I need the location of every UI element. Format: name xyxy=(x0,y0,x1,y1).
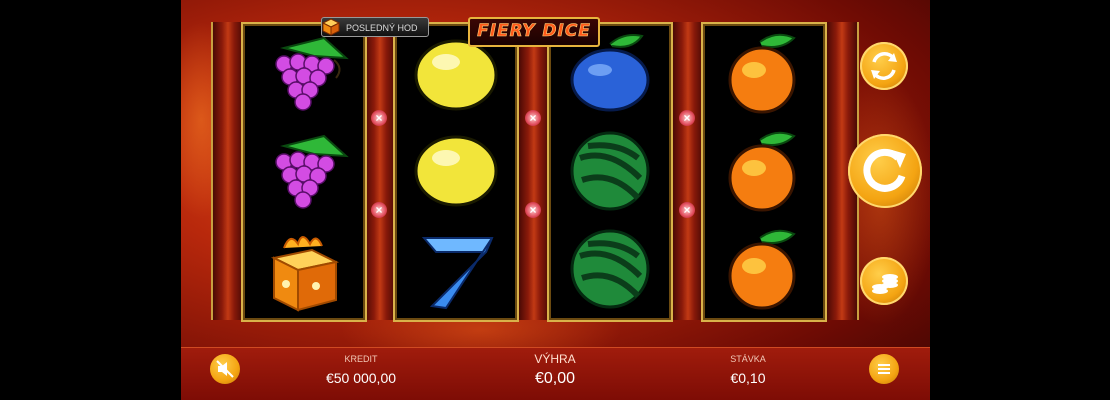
reel-pillar: × × xyxy=(363,22,397,320)
orange-icon xyxy=(728,33,796,114)
game-logo: FIERY DICE xyxy=(468,17,600,47)
watermelon-icon xyxy=(570,131,650,211)
grapes-icon xyxy=(275,36,349,111)
last-roll-label: POSLEDNÝ HOD xyxy=(346,23,418,33)
credit-label: KREDIT xyxy=(344,354,378,364)
win-label: VÝHRA xyxy=(534,352,576,366)
bet-label: STÁVKA xyxy=(730,354,766,364)
dice-icon xyxy=(321,18,341,36)
win-value: €0,00 xyxy=(534,370,576,387)
reel-pillar: × × xyxy=(517,22,551,320)
spin-button[interactable] xyxy=(848,134,922,208)
logo-text: FIERY DICE xyxy=(477,21,591,42)
fire-dice-icon xyxy=(270,236,340,312)
reel-pillar xyxy=(211,22,245,320)
autoplay-icon xyxy=(871,52,897,80)
bet-value: €0,10 xyxy=(730,370,766,386)
grapes-icon xyxy=(275,134,349,209)
orange-icon xyxy=(728,229,796,310)
credit-value: €50 000,00 xyxy=(325,370,397,386)
sound-off-icon xyxy=(216,360,234,378)
spin-icon xyxy=(863,148,906,192)
reel-2 xyxy=(393,22,519,322)
coins-icon xyxy=(872,274,898,294)
orange-icon xyxy=(728,131,796,212)
reel-3 xyxy=(547,22,673,322)
menu-icon xyxy=(878,364,890,374)
payline-marker-icon: × xyxy=(371,110,387,126)
game-stage: × × × × × × POSLEDNÝ HOD FIERY DICE KRED… xyxy=(181,0,930,400)
reel-4 xyxy=(701,22,827,322)
payline-marker-icon: × xyxy=(679,110,695,126)
autoplay-button[interactable] xyxy=(860,42,908,90)
lemon-icon xyxy=(414,135,498,207)
reels-area: × × × × × × xyxy=(211,22,859,322)
payline-marker-icon: × xyxy=(371,202,387,218)
payline-marker-icon: × xyxy=(525,202,541,218)
payline-marker-icon: × xyxy=(525,110,541,126)
reel-pillar: × × xyxy=(671,22,705,320)
last-roll-button[interactable]: POSLEDNÝ HOD xyxy=(321,17,429,37)
payline-marker-icon: × xyxy=(679,202,695,218)
seven-crystal-icon xyxy=(421,237,494,310)
bet-button[interactable] xyxy=(860,257,908,305)
menu-button[interactable] xyxy=(869,354,899,384)
sound-button[interactable] xyxy=(210,354,240,384)
watermelon-icon xyxy=(570,229,650,309)
bottom-bar: KREDIT €50 000,00 VÝHRA €0,00 STÁVKA €0,… xyxy=(181,347,930,400)
reel-1 xyxy=(241,22,367,322)
